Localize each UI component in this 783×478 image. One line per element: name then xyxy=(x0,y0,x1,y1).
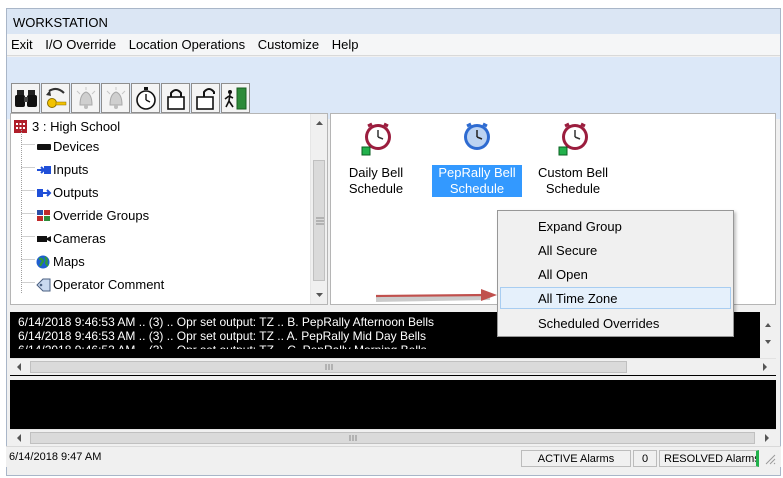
tree-item-label: Cameras xyxy=(53,231,106,246)
toolbar xyxy=(7,57,780,119)
grip-icon xyxy=(316,217,324,225)
caption-line: PepRally Bell xyxy=(438,165,516,180)
active-alarms-label[interactable]: ACTIVE Alarms xyxy=(521,450,631,467)
caption-line: Custom Bell xyxy=(537,165,609,180)
daily-bell-schedule[interactable]: Daily Bell Schedule xyxy=(339,121,413,197)
custom-bell-schedule[interactable]: Custom Bell Schedule xyxy=(531,121,615,197)
menu-scheduled-overrides[interactable]: Scheduled Overrides xyxy=(500,312,731,334)
input-icon xyxy=(37,166,51,174)
exit-button[interactable] xyxy=(221,83,250,113)
menu-exit[interactable]: Exit xyxy=(11,37,33,52)
menu-help[interactable]: Help xyxy=(332,37,359,52)
daily-bell-caption: Daily Bell Schedule xyxy=(339,165,413,197)
resize-grip-icon[interactable] xyxy=(763,452,777,466)
lock-button[interactable] xyxy=(161,83,190,113)
log-horizontal-scrollbar[interactable] xyxy=(10,358,776,375)
menu-bar: Exit I/O Override Location Operations Cu… xyxy=(7,34,780,56)
custom-bell-caption: Custom Bell Schedule xyxy=(531,165,615,197)
log-line: 6/14/2018 9:46:53 AM .. (3) .. Opr set o… xyxy=(18,315,435,329)
alarm-horizontal-scrollbar[interactable] xyxy=(10,429,776,446)
clock-inactive-icon xyxy=(361,122,391,156)
scroll-right-icon[interactable] xyxy=(760,431,774,445)
log-scroll-thumb[interactable] xyxy=(30,361,627,373)
camera-icon xyxy=(37,236,51,242)
menu-all-secure[interactable]: All Secure xyxy=(500,239,731,261)
scroll-down-icon[interactable] xyxy=(311,288,328,302)
override-groups-icon xyxy=(37,210,50,221)
resolved-alarms-label[interactable]: RESOLVED Alarms xyxy=(659,450,759,467)
unlock-button[interactable] xyxy=(191,83,220,113)
bell-disabled-icon xyxy=(106,87,126,109)
tree-scrollbar[interactable] xyxy=(310,114,327,304)
globe-icon xyxy=(36,255,50,269)
scroll-left-icon[interactable] xyxy=(12,431,26,445)
alarm-panel xyxy=(10,380,776,446)
exit-door-icon xyxy=(224,87,247,110)
timer-button[interactable] xyxy=(131,83,160,113)
log-line-partial: 6/14/2018 9:46:53 AM .. (3) .. Opr set o… xyxy=(18,343,427,349)
tree-item-label: Outputs xyxy=(53,185,99,200)
pep-rally-bell-schedule[interactable]: PepRally Bell Schedule xyxy=(432,121,522,197)
tree-item-label: Operator Comment xyxy=(53,277,165,292)
padlock-closed-icon xyxy=(167,89,185,110)
bell-button-disabled[interactable] xyxy=(71,83,100,113)
status-bar: 6/14/2018 9:47 AM ACTIVE Alarms 0 RESOLV… xyxy=(6,446,781,467)
active-alarms-count: 0 xyxy=(633,450,657,467)
padlock-open-icon xyxy=(196,88,215,110)
window-title: WORKSTATION xyxy=(7,9,780,34)
scroll-left-icon[interactable] xyxy=(12,360,26,374)
search-button[interactable] xyxy=(11,83,40,113)
log-line: 6/14/2018 9:46:53 AM .. (3) .. Opr set o… xyxy=(18,329,426,343)
status-datetime: 6/14/2018 9:47 AM xyxy=(9,451,102,463)
stopwatch-icon xyxy=(136,87,156,110)
grip-icon xyxy=(325,364,333,370)
menu-customize[interactable]: Customize xyxy=(258,37,319,52)
caption-line: Schedule xyxy=(449,181,505,196)
logout-button[interactable] xyxy=(41,83,70,113)
caption-line: Schedule xyxy=(545,181,601,196)
location-tree[interactable]: 3 : High School Devices Inputs Outputs O… xyxy=(10,113,328,305)
tree-item-label: Inputs xyxy=(53,162,89,177)
output-icon xyxy=(37,189,52,197)
log-vertical-scrollbar[interactable] xyxy=(760,312,776,358)
alarm-scroll-thumb[interactable] xyxy=(30,432,755,444)
caption-line: Daily Bell xyxy=(348,165,404,180)
bell-disabled-icon xyxy=(76,87,96,109)
clock-active-icon xyxy=(464,122,490,150)
comment-tag-icon xyxy=(36,278,51,292)
context-menu: Expand Group All Secure All Open All Tim… xyxy=(497,210,734,337)
menu-all-open[interactable]: All Open xyxy=(500,263,731,285)
tree-item-label: Override Groups xyxy=(53,208,150,223)
menu-location-operations[interactable]: Location Operations xyxy=(129,37,245,52)
scroll-up-icon[interactable] xyxy=(760,319,776,331)
tree-item-label: Maps xyxy=(53,254,85,269)
tree-item-label: Devices xyxy=(53,139,100,154)
scroll-right-icon[interactable] xyxy=(758,360,772,374)
key-logout-icon xyxy=(46,87,67,108)
binoculars-icon xyxy=(15,90,37,107)
pep-rally-caption: PepRally Bell Schedule xyxy=(432,165,522,197)
scroll-down-icon[interactable] xyxy=(760,336,776,348)
scroll-up-icon[interactable] xyxy=(311,116,328,130)
clock-inactive-icon xyxy=(558,122,588,156)
caption-line: Schedule xyxy=(348,181,404,196)
device-icon xyxy=(37,144,51,150)
grip-icon xyxy=(349,435,357,441)
menu-all-time-zone[interactable]: All Time Zone xyxy=(500,287,731,309)
bell-button-disabled-2[interactable] xyxy=(101,83,130,113)
tree-scroll-thumb[interactable] xyxy=(313,160,325,281)
menu-io-override[interactable]: I/O Override xyxy=(45,37,116,52)
menu-expand-group[interactable]: Expand Group xyxy=(500,215,731,237)
